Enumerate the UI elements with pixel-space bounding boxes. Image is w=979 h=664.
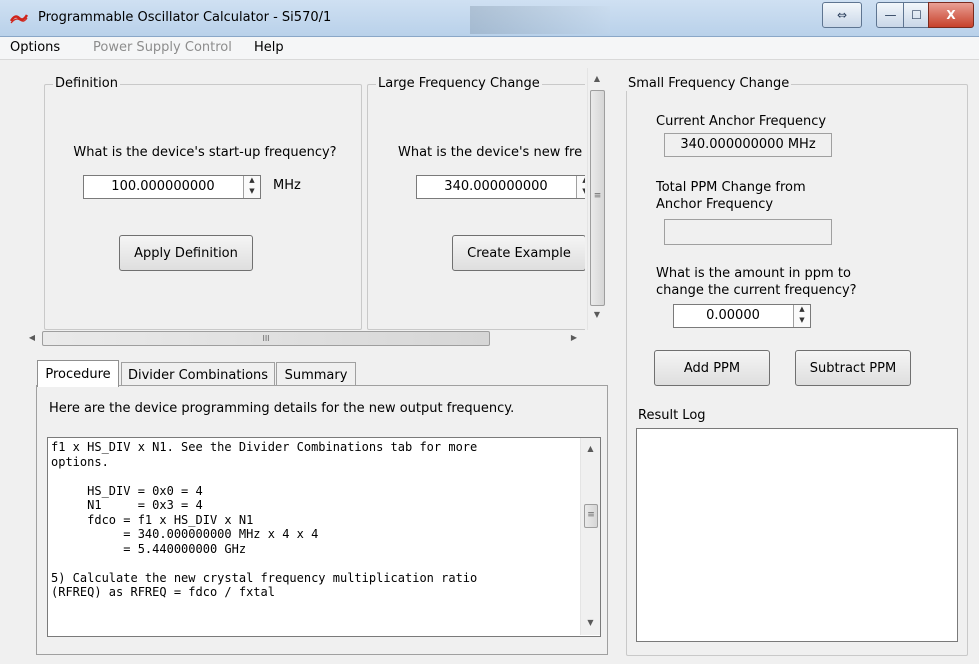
small-change-legend: Small Frequency Change	[626, 76, 792, 91]
new-frequency-spinner[interactable]: ▲ ▼	[576, 176, 585, 198]
large-frequency-change-group: Large Frequency Change What is the devic…	[367, 76, 585, 330]
scroll-up-arrow-icon[interactable]: ▲	[588, 74, 606, 83]
window-title: Programmable Oscillator Calculator - Si5…	[38, 10, 332, 25]
procedure-scroll-down-icon[interactable]: ▼	[581, 618, 600, 627]
procedure-tab-panel: Here are the device programming details …	[36, 385, 608, 655]
tab-procedure[interactable]: Procedure	[37, 360, 119, 387]
startup-frequency-spinner[interactable]: ▲ ▼	[243, 176, 260, 198]
startup-frequency-label: What is the device's start-up frequency?	[73, 145, 337, 160]
vertical-scroll-thumb[interactable]: ≡	[590, 90, 605, 306]
procedure-scrollbar[interactable]: ▲ ≡ ▼	[580, 438, 600, 635]
add-ppm-button[interactable]: Add PPM	[654, 350, 770, 386]
anchor-frequency-value: 340.000000000 MHz	[664, 133, 832, 157]
scroll-left-arrow-icon[interactable]: ◀	[26, 333, 38, 342]
minimize-button[interactable]: —	[876, 2, 905, 28]
new-frequency-label: What is the device's new fre	[398, 145, 583, 160]
large-change-clip: Large Frequency Change What is the devic…	[367, 68, 585, 330]
procedure-text: f1 x HS_DIV x N1. See the Divider Combin…	[51, 440, 478, 599]
config-horizontal-scrollbar[interactable]: ◀ III ▶	[24, 330, 587, 347]
config-vertical-scrollbar[interactable]: ▲ ≡ ▼	[587, 68, 606, 330]
menu-bar: Options Power Supply Control Help	[0, 37, 979, 60]
menu-power-supply-control[interactable]: Power Supply Control	[93, 40, 232, 55]
ppm-amount-label: What is the amount in ppm to change the …	[656, 266, 857, 298]
config-scroll-area: Definition What is the device's start-up…	[24, 68, 606, 348]
procedure-scroll-thumb[interactable]: ≡	[584, 504, 598, 528]
tab-summary[interactable]: Summary	[276, 362, 356, 387]
scroll-right-arrow-icon[interactable]: ▶	[568, 333, 580, 342]
menu-options[interactable]: Options	[10, 40, 60, 55]
total-ppm-value	[664, 219, 832, 245]
create-example-button[interactable]: Create Example	[452, 235, 585, 271]
title-bar[interactable]: Programmable Oscillator Calculator - Si5…	[0, 0, 979, 37]
restore-icon[interactable]: ⇔	[822, 2, 862, 28]
procedure-scroll-up-icon[interactable]: ▲	[581, 444, 600, 453]
tab-divider-combinations[interactable]: Divider Combinations	[121, 362, 275, 387]
large-change-legend: Large Frequency Change	[376, 76, 542, 91]
subtract-ppm-button[interactable]: Subtract PPM	[795, 350, 911, 386]
horizontal-scroll-thumb[interactable]: III	[42, 331, 490, 346]
anchor-frequency-label: Current Anchor Frequency	[656, 114, 827, 129]
close-button[interactable]: X	[928, 2, 974, 28]
startup-frequency-input[interactable]: 100.000000000 ▲ ▼	[83, 175, 261, 199]
total-ppm-label: Total PPM Change from Anchor Frequency	[656, 180, 806, 212]
menu-help[interactable]: Help	[254, 40, 284, 55]
blurred-background	[470, 6, 610, 34]
procedure-intro: Here are the device programming details …	[49, 401, 515, 416]
definition-legend: Definition	[53, 76, 120, 91]
definition-group: Definition What is the device's start-up…	[44, 76, 362, 330]
ppm-amount-input[interactable]: 0.00000 ▲ ▼	[673, 304, 811, 328]
scroll-down-arrow-icon[interactable]: ▼	[588, 310, 606, 319]
apply-definition-button[interactable]: Apply Definition	[119, 235, 253, 271]
new-frequency-input[interactable]: 340.000000000 ▲ ▼	[416, 175, 585, 199]
maximize-button[interactable]: ☐	[903, 2, 930, 28]
ppm-amount-spinner[interactable]: ▲ ▼	[793, 305, 810, 327]
small-frequency-change-group: Small Frequency Change Current Anchor Fr…	[626, 76, 968, 656]
procedure-textbox[interactable]: f1 x HS_DIV x N1. See the Divider Combin…	[47, 437, 601, 637]
mhz-unit-label: MHz	[273, 178, 301, 193]
result-log-textbox[interactable]	[636, 428, 958, 642]
silicon-labs-logo-icon	[10, 14, 28, 24]
result-log-label: Result Log	[638, 408, 706, 423]
